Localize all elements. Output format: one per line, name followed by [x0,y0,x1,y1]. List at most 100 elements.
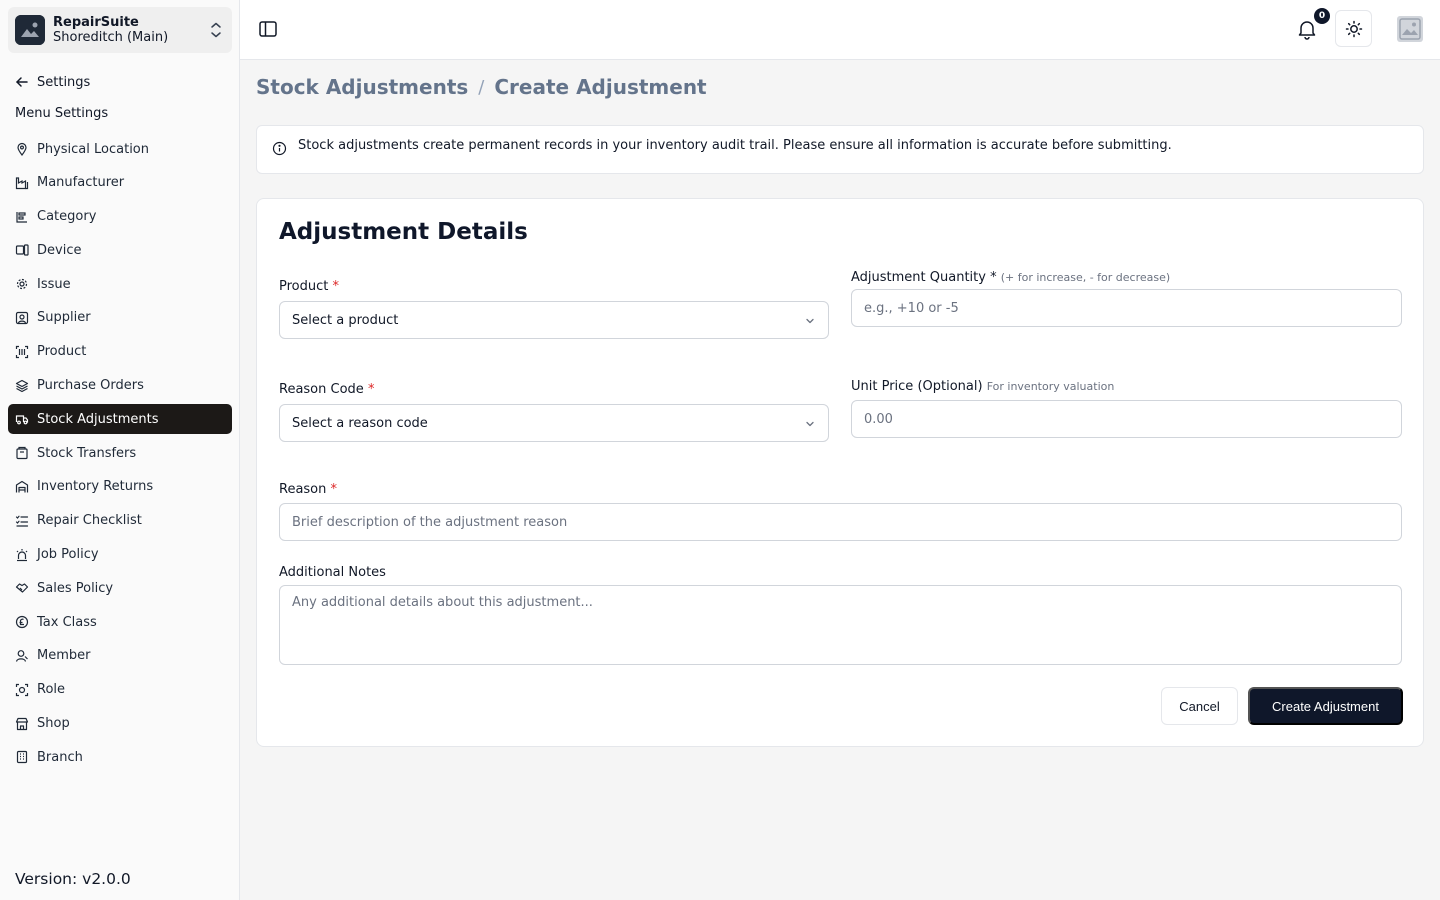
sidebar-item-label: Stock Adjustments [37,411,159,427]
create-adjustment-button[interactable]: Create Adjustment [1248,687,1403,725]
reason-input[interactable]: Brief description of the adjustment reas… [279,503,1402,541]
sidebar: RepairSuite Shoreditch (Main) Settings M… [0,0,240,900]
sidebar-item-label: Shop [37,716,70,732]
sidebar-item-label: Device [37,242,82,258]
product-select[interactable]: Select a product [279,301,829,339]
quantity-placeholder: e.g., +10 or -5 [864,300,959,316]
sidebar-item-member[interactable]: Member [8,641,232,671]
unit-price-input[interactable]: 0.00 [851,400,1402,438]
quantity-hint: (+ for increase, - for decrease) [1000,271,1171,284]
theme-toggle-button[interactable] [1335,10,1372,47]
quantity-label: Adjustment Quantity * (+ for increase, -… [851,270,1170,285]
sidebar-item-repair-checklist[interactable]: Repair Checklist [8,506,232,536]
factory-icon [15,177,29,189]
breadcrumb-parent-link[interactable]: Stock Adjustments [256,75,468,99]
sidebar-item-label: Branch [37,749,83,765]
map-pin-icon [17,142,27,156]
role-icon [15,683,29,696]
sidebar-item-label: Repair Checklist [37,513,142,529]
sun-icon [1345,20,1362,37]
notice-text: Stock adjustments create permanent recor… [298,138,1172,153]
sidebar-item-label: Inventory Returns [37,479,154,495]
reason-placeholder: Brief description of the adjustment reas… [292,514,568,530]
sidebar-item-label: Stock Transfers [37,445,137,461]
quantity-input[interactable]: e.g., +10 or -5 [851,289,1402,327]
brand-logo [15,15,45,45]
sidebar-item-label: Purchase Orders [37,378,144,394]
supplier-icon [15,311,29,325]
notification-count-badge: 0 [1314,8,1330,24]
sidebar-item-category[interactable]: Category [8,202,232,232]
brand-name: RepairSuite [53,15,139,30]
sidebar-item-label: Supplier [37,310,91,326]
required-marker: * [332,279,340,294]
reason-code-select[interactable]: Select a reason code [279,404,829,442]
top-bar: 0 [240,0,1440,60]
form-title: Adjustment Details [279,219,528,245]
branch-switcher[interactable]: RepairSuite Shoreditch (Main) [8,7,232,53]
barcode-icon [15,345,29,358]
required-marker: * [330,482,338,497]
sidebar-item-label: Tax Class [37,614,97,630]
sidebar-item-label: Manufacturer [37,175,125,191]
reason-code-label: Reason Code * [279,382,374,397]
user-icon [15,650,28,662]
back-link-label: Settings [37,74,91,90]
adjustment-form-card: Adjustment Details Product * Select a pr… [256,198,1424,747]
reason-label-text: Reason [279,482,327,497]
sidebar-item-physical-location[interactable]: Physical Location [8,134,232,164]
user-avatar[interactable] [1397,16,1423,42]
product-label: Product * [279,279,339,294]
device-icon [15,244,29,256]
unit-price-placeholder: 0.00 [864,411,893,427]
store-icon [15,717,29,730]
package-icon [16,447,28,460]
siren-icon [16,548,28,561]
chevron-down-icon [806,421,814,427]
sidebar-item-issue[interactable]: Issue [8,269,232,299]
sidebar-item-label: Sales Policy [37,580,114,596]
info-notice: Stock adjustments create permanent recor… [256,125,1424,174]
truck-icon [15,415,29,425]
handshake-icon [15,583,29,593]
category-icon [16,211,27,223]
sidebar-item-device[interactable]: Device [8,235,232,265]
notes-placeholder: Any additional details about this adjust… [292,595,593,610]
chevrons-up-down-icon [211,22,221,38]
bell-icon[interactable] [1296,18,1318,40]
sidebar-item-label: Physical Location [37,141,149,157]
arrow-left-icon [16,77,28,87]
sidebar-item-inventory-returns[interactable]: Inventory Returns [8,472,232,502]
sidebar-item-manufacturer[interactable]: Manufacturer [8,168,232,198]
brand-branch: Shoreditch (Main) [53,30,169,45]
sidebar-item-supplier[interactable]: Supplier [8,303,232,333]
breadcrumb-current: Create Adjustment [494,75,707,99]
settings-nav: Physical Location Manufacturer Category … [8,134,232,776]
sidebar-item-role[interactable]: Role [8,675,232,705]
sidebar-item-stock-adjustments[interactable]: Stock Adjustments [8,404,232,435]
breadcrumb: Stock Adjustments / Create Adjustment [256,75,707,99]
sidebar-item-tax-class[interactable]: Tax Class [8,607,232,637]
sidebar-item-label: Issue [37,276,71,292]
warehouse-icon [15,480,29,493]
reason-code-label-text: Reason Code [279,382,364,397]
reason-code-select-value: Select a reason code [292,415,428,431]
sidebar-item-branch[interactable]: Branch [8,742,232,772]
back-to-settings-link[interactable]: Settings [15,72,90,92]
app-version: Version: v2.0.0 [15,870,131,888]
menu-settings-heading: Menu Settings [15,106,109,121]
sidebar-item-job-policy[interactable]: Job Policy [8,540,232,570]
layers-icon [15,379,29,392]
unit-price-hint: For inventory valuation [986,380,1115,393]
notes-textarea[interactable]: Any additional details about this adjust… [279,585,1402,665]
chevron-down-icon [806,318,814,324]
reason-label: Reason * [279,482,337,497]
cancel-button[interactable]: Cancel [1161,687,1238,725]
sidebar-item-shop[interactable]: Shop [8,709,232,739]
sidebar-item-sales-policy[interactable]: Sales Policy [8,573,232,603]
sidebar-toggle-icon[interactable] [258,19,278,39]
sidebar-item-stock-transfers[interactable]: Stock Transfers [8,438,232,468]
sidebar-item-purchase-orders[interactable]: Purchase Orders [8,371,232,401]
sidebar-item-label: Product [37,344,87,360]
sidebar-item-product[interactable]: Product [8,337,232,367]
